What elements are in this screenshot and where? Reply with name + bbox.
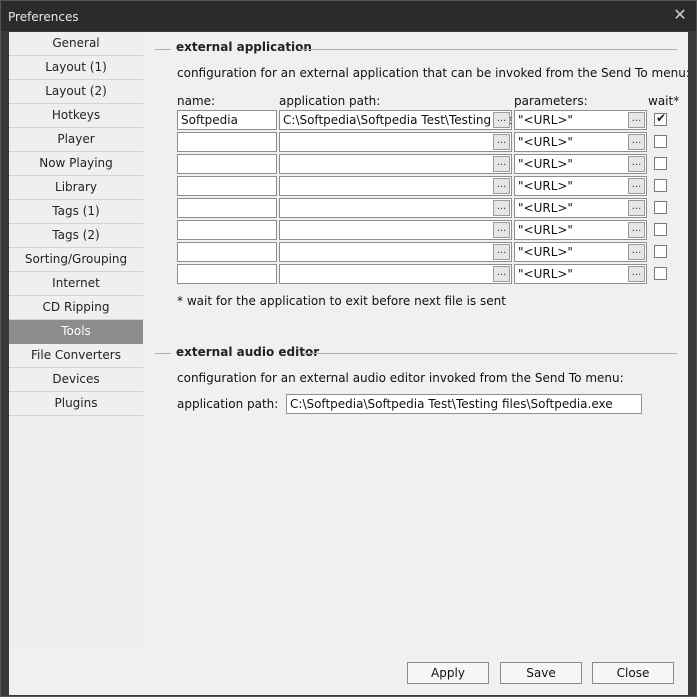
browse-button[interactable]: ... xyxy=(493,112,510,128)
parameters-browse-button[interactable]: ... xyxy=(628,222,645,238)
app-path-input[interactable] xyxy=(279,264,512,284)
sidebar-item-general[interactable]: General xyxy=(9,32,143,56)
group-divider xyxy=(155,353,171,354)
sidebar-item-hotkeys[interactable]: Hotkeys xyxy=(9,104,143,128)
wait-checkbox[interactable] xyxy=(654,267,667,280)
parameters-browse-button[interactable]: ... xyxy=(628,156,645,172)
external-audio-editor-title: external audio editor xyxy=(176,345,320,359)
wait-checkbox[interactable] xyxy=(654,201,667,214)
window-title: Preferences xyxy=(8,10,79,24)
sidebar-item-layout-2[interactable]: Layout (2) xyxy=(9,80,143,104)
title-bar: Preferences ✕ xyxy=(1,1,696,31)
parameters-browse-button[interactable]: ... xyxy=(628,244,645,260)
browse-button[interactable]: ... xyxy=(493,222,510,238)
sidebar-item-plugins[interactable]: Plugins xyxy=(9,392,143,416)
browse-button[interactable]: ... xyxy=(493,178,510,194)
wait-checkbox[interactable] xyxy=(654,179,667,192)
close-icon[interactable]: ✕ xyxy=(669,5,691,27)
close-button[interactable]: Close xyxy=(592,662,674,684)
column-header-wait: wait* xyxy=(648,94,680,108)
external-application-title: external application xyxy=(176,40,312,54)
sidebar-item-cd-ripping[interactable]: CD Ripping xyxy=(9,296,143,320)
app-name-input[interactable] xyxy=(177,220,277,240)
app-name-input[interactable] xyxy=(177,264,277,284)
app-path-input[interactable]: C:\Softpedia\Softpedia Test\Testing file xyxy=(279,110,512,130)
wait-checkbox[interactable] xyxy=(654,135,667,148)
sidebar-item-player[interactable]: Player xyxy=(9,128,143,152)
browse-button[interactable]: ... xyxy=(493,200,510,216)
browse-button[interactable]: ... xyxy=(493,266,510,282)
app-name-input[interactable] xyxy=(177,154,277,174)
sidebar: General Layout (1) Layout (2) Hotkeys Pl… xyxy=(9,32,143,648)
app-name-input[interactable] xyxy=(177,176,277,196)
app-path-input[interactable] xyxy=(279,132,512,152)
app-path-input[interactable] xyxy=(279,154,512,174)
browse-button[interactable]: ... xyxy=(493,156,510,172)
group-divider xyxy=(155,49,171,50)
sidebar-item-now-playing[interactable]: Now Playing xyxy=(9,152,143,176)
app-path-input[interactable] xyxy=(279,242,512,262)
column-header-name: name: xyxy=(177,94,216,108)
app-path-input[interactable] xyxy=(279,220,512,240)
audio-editor-path-label: application path: xyxy=(177,397,279,411)
sidebar-item-devices[interactable]: Devices xyxy=(9,368,143,392)
checkmark-icon: ✔ xyxy=(656,111,667,125)
sidebar-item-sorting-grouping[interactable]: Sorting/Grouping xyxy=(9,248,143,272)
browse-button[interactable]: ... xyxy=(493,244,510,260)
sidebar-item-tools[interactable]: Tools xyxy=(9,320,143,344)
app-name-input[interactable]: Softpedia xyxy=(177,110,277,130)
app-path-input[interactable] xyxy=(279,198,512,218)
tools-panel: external application configuration for a… xyxy=(143,32,690,648)
sidebar-item-library[interactable]: Library xyxy=(9,176,143,200)
app-name-input[interactable] xyxy=(177,198,277,218)
wait-checkbox[interactable] xyxy=(654,245,667,258)
group-divider xyxy=(303,353,677,354)
sidebar-item-layout-1[interactable]: Layout (1) xyxy=(9,56,143,80)
wait-checkbox[interactable] xyxy=(654,157,667,170)
app-name-input[interactable] xyxy=(177,242,277,262)
group-divider xyxy=(299,49,677,50)
parameters-browse-button[interactable]: ... xyxy=(628,112,645,128)
button-bar: Apply Save Close xyxy=(9,648,688,695)
sidebar-item-file-converters[interactable]: File Converters xyxy=(9,344,143,368)
apply-button[interactable]: Apply xyxy=(407,662,489,684)
preferences-window: Preferences ✕ General Layout (1) Layout … xyxy=(0,0,697,697)
audio-editor-path-input[interactable]: C:\Softpedia\Softpedia Test\Testing file… xyxy=(286,394,642,414)
app-name-input[interactable] xyxy=(177,132,277,152)
wait-checkbox[interactable]: ✔ xyxy=(654,111,667,126)
external-application-description: configuration for an external applicatio… xyxy=(177,66,690,80)
parameters-browse-button[interactable]: ... xyxy=(628,266,645,282)
app-path-input[interactable] xyxy=(279,176,512,196)
parameters-browse-button[interactable]: ... xyxy=(628,200,645,216)
save-button[interactable]: Save xyxy=(500,662,582,684)
wait-checkbox[interactable] xyxy=(654,223,667,236)
sidebar-item-tags-2[interactable]: Tags (2) xyxy=(9,224,143,248)
sidebar-item-internet[interactable]: Internet xyxy=(9,272,143,296)
browse-button[interactable]: ... xyxy=(493,134,510,150)
sidebar-item-tags-1[interactable]: Tags (1) xyxy=(9,200,143,224)
external-audio-editor-description: configuration for an external audio edit… xyxy=(177,371,624,385)
wait-footnote: * wait for the application to exit befor… xyxy=(177,294,506,308)
column-header-parameters: parameters: xyxy=(514,94,588,108)
parameters-browse-button[interactable]: ... xyxy=(628,134,645,150)
column-header-path: application path: xyxy=(279,94,381,108)
parameters-browse-button[interactable]: ... xyxy=(628,178,645,194)
